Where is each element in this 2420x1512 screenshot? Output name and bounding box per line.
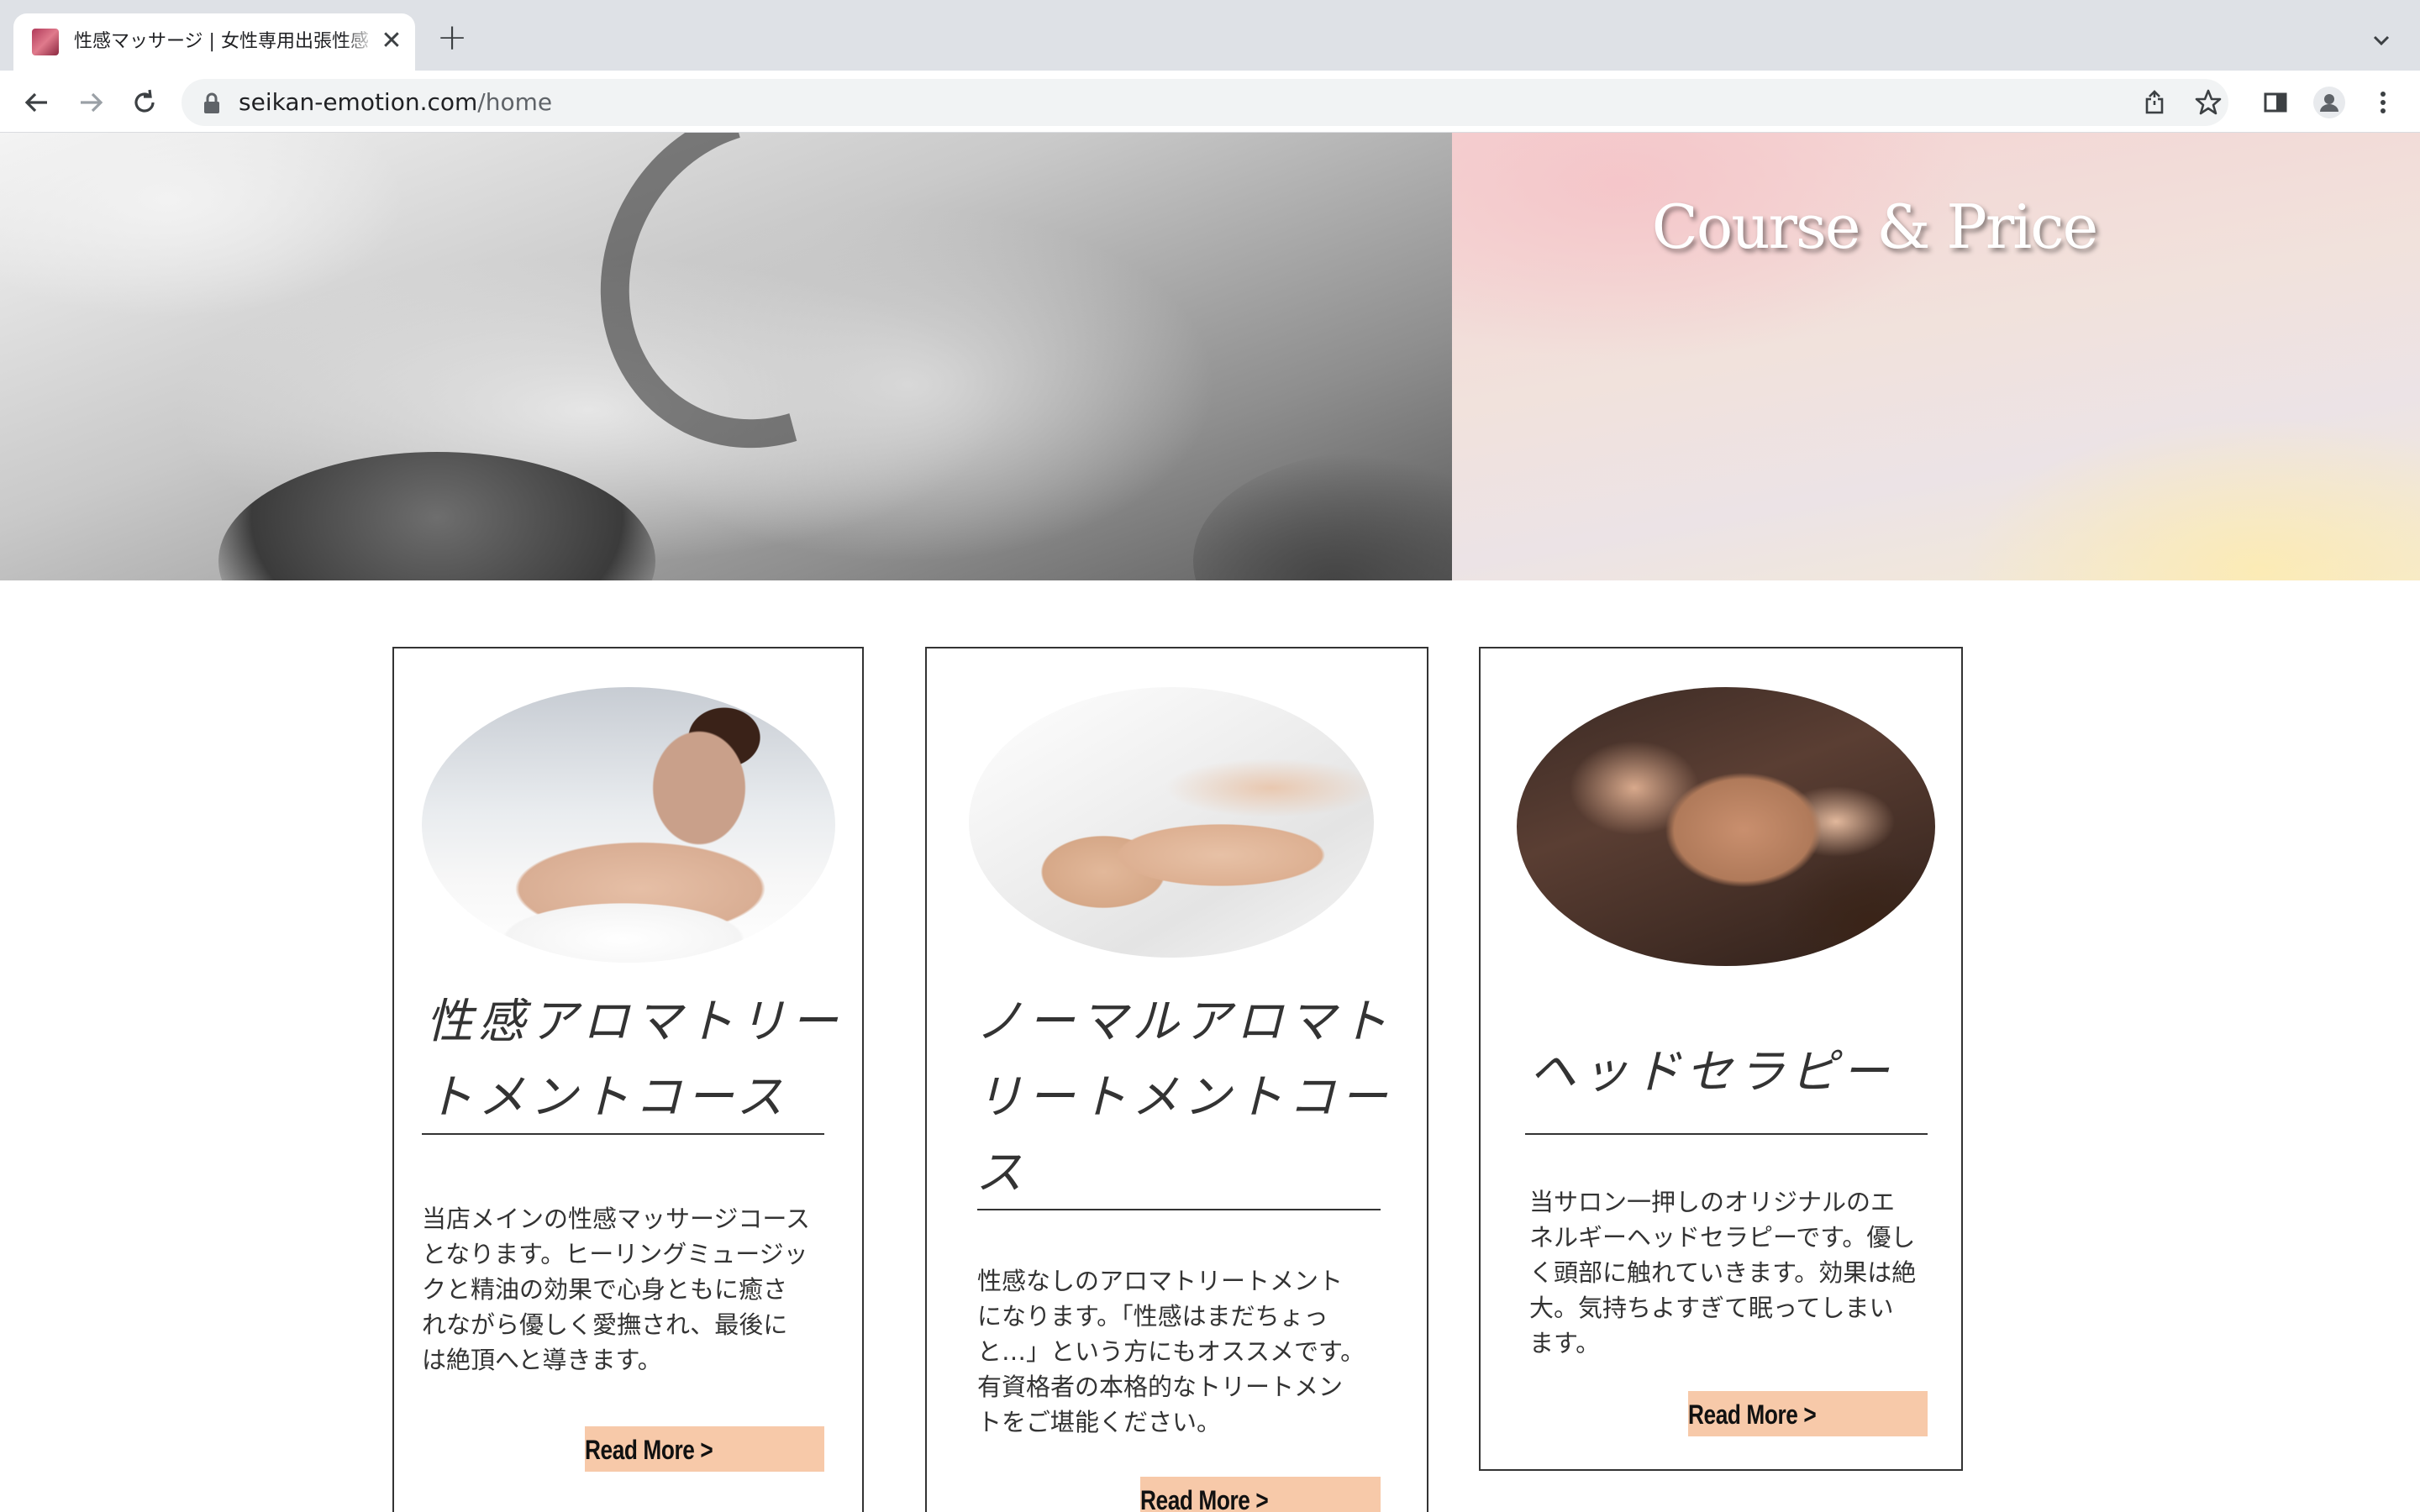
chevron-down-icon[interactable] (2366, 25, 2396, 55)
kebab-menu-icon[interactable] (2366, 86, 2400, 119)
course-card-normal-aroma: ノーマルアロマト リートメントコー ス 性感なしのアロマトリートメント になりま… (925, 647, 1428, 1512)
title-divider (1525, 1133, 1928, 1135)
course-description: 性感なしのアロマトリートメント になります。「性感はまだちょっ と…」という方に… (977, 1267, 1365, 1436)
title-divider (977, 1209, 1381, 1210)
course-image (422, 687, 835, 963)
read-more-button[interactable]: Read More > (585, 1426, 824, 1472)
course-title: 性感アロマトリー トメントコース (426, 995, 843, 1125)
url-text[interactable]: seikan-emotion.com/home (239, 79, 552, 126)
course-title: ヘッドセラピー (1529, 1045, 1894, 1100)
hero-banner: Course & Price (1452, 133, 2420, 580)
tab-close-icon[interactable]: ✕ (376, 27, 407, 57)
new-tab-button[interactable]: + (435, 19, 469, 56)
star-icon[interactable] (2193, 87, 2223, 118)
url-path: /home (477, 88, 553, 116)
url-domain: seikan-emotion.com (239, 88, 478, 116)
course-image (969, 687, 1374, 958)
hero-section: Course & Price (0, 133, 2420, 580)
site-favicon-icon (32, 29, 59, 55)
course-image (1517, 687, 1935, 966)
reload-icon[interactable] (128, 86, 161, 119)
active-tab[interactable]: 性感マッサージ | 女性専用出張性感 ✕ (13, 13, 415, 71)
lock-icon[interactable] (202, 92, 222, 114)
profile-icon[interactable] (2312, 86, 2346, 119)
tab-title: 性感マッサージ | 女性専用出張性感 (74, 29, 376, 55)
read-more-button[interactable]: Read More > (1688, 1391, 1928, 1436)
page-title: Course & Price (1651, 192, 2098, 262)
address-bar[interactable]: seikan-emotion.com/home (182, 79, 2228, 126)
title-divider (422, 1133, 824, 1135)
course-title: ノーマルアロマト リートメントコー ス (976, 995, 1392, 1200)
browser-toolbar: seikan-emotion.com/home (0, 71, 2420, 133)
course-card-seikan-aroma: 性感アロマトリー トメントコース 当店メインの性感マッサージコース となります。… (392, 647, 864, 1512)
course-description: 当店メインの性感マッサージコース となります。ヒーリングミュージッ クと精油の効… (422, 1205, 810, 1374)
course-description: 当サロン一押しのオリジナルのエ ネルギーヘッドセラピーです。優し く頭部に触れて… (1529, 1188, 1917, 1357)
hero-photo (0, 133, 1452, 580)
course-card-head-therapy: ヘッドセラピー 当サロン一押しのオリジナルのエ ネルギーヘッドセラピーです。優し… (1479, 647, 1963, 1471)
side-panel-icon[interactable] (2259, 86, 2292, 119)
read-more-button[interactable]: Read More > (1140, 1477, 1381, 1512)
share-icon[interactable] (2139, 87, 2170, 118)
back-arrow-icon[interactable] (20, 86, 54, 119)
forward-arrow-icon[interactable] (74, 86, 108, 119)
tab-strip: 性感マッサージ | 女性専用出張性感 ✕ + (0, 0, 2420, 71)
